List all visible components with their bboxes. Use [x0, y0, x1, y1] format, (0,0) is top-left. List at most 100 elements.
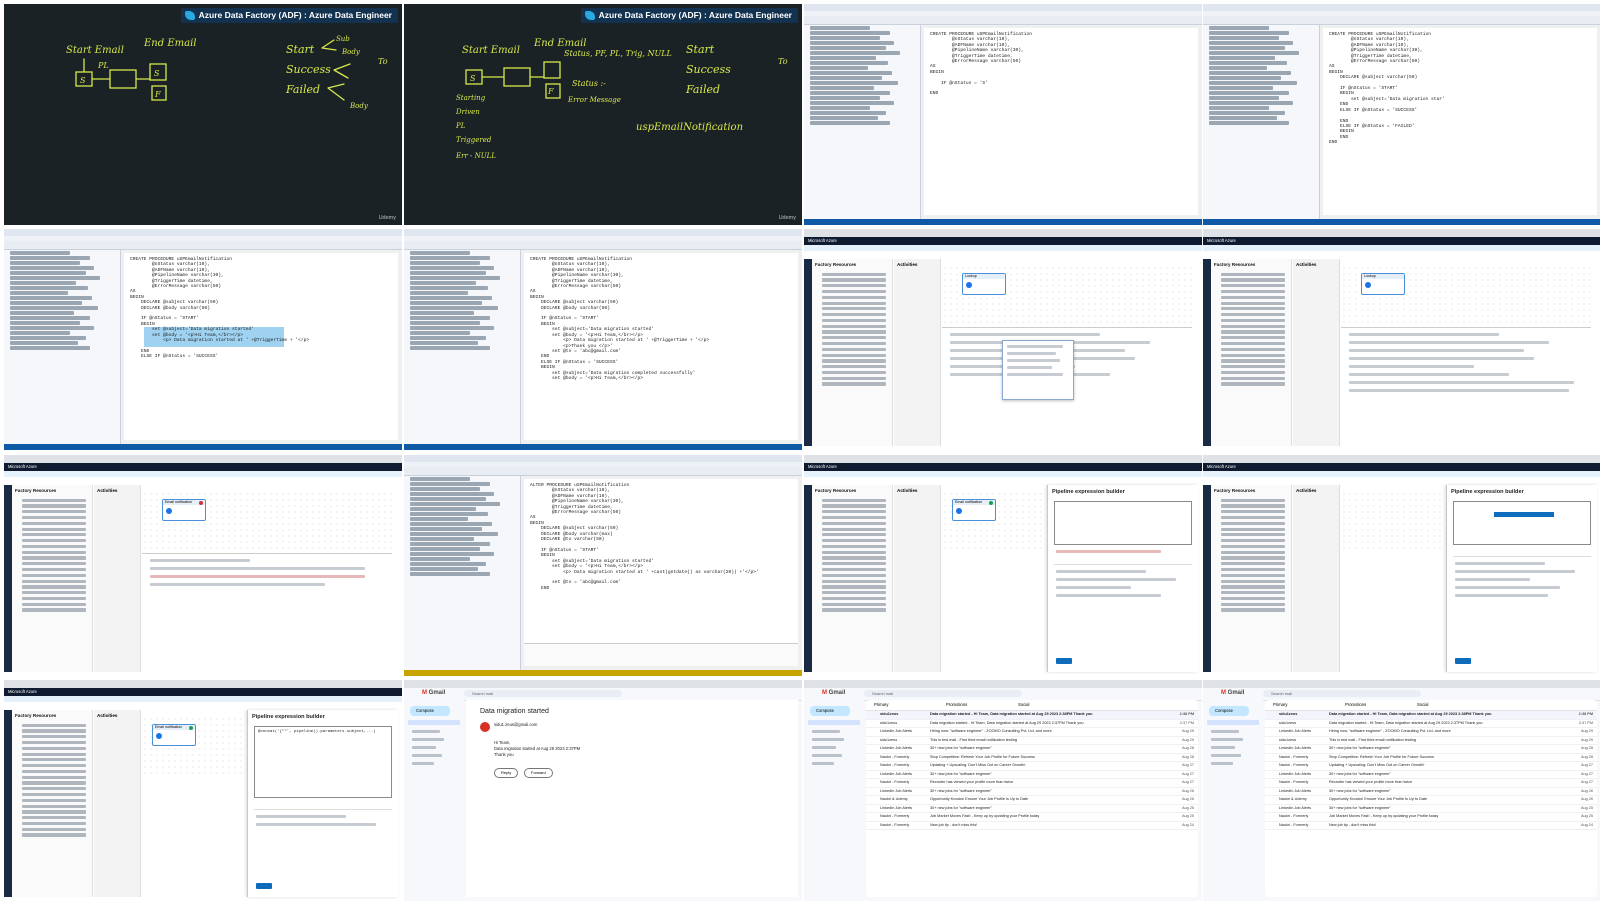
table-row[interactable]: sidu1zeus Data migration started - Hi Tea…	[866, 720, 1198, 728]
expression-input[interactable]: @concat('{""', pipeline().parameters.sub…	[254, 726, 392, 798]
table-row[interactable]: Naukri - Formerly Stop Competitive: Refre…	[866, 754, 1198, 762]
compose-button[interactable]: Compose	[410, 706, 450, 716]
azure-header[interactable]: Microsoft Azure	[4, 463, 402, 471]
inbox-list[interactable]: Primary Promotions Social sidu1zeus Data …	[1265, 700, 1597, 897]
pipeline-canvas[interactable]: Email notification	[142, 716, 244, 776]
output-panel[interactable]	[142, 553, 392, 670]
compose-button[interactable]: Compose	[1209, 706, 1249, 716]
tab-primary[interactable]: Primary	[1273, 702, 1287, 707]
browser-tabs[interactable]	[4, 680, 402, 688]
table-row[interactable]: Naukri - Formerly New job tip - don't mis…	[866, 822, 1198, 830]
toolbar[interactable]	[1203, 16, 1600, 25]
factory-resources-panel[interactable]: Factory Resources	[12, 710, 93, 897]
table-row[interactable]: Naukri - Formerly Stop Competitive: Refre…	[1265, 754, 1597, 762]
factory-resources-panel[interactable]: Factory Resources	[812, 259, 893, 446]
sql-code[interactable]: CREATE PROCEDURE uSPEmailNotification @n…	[1323, 28, 1597, 150]
pipeline-canvas[interactable]: Lookup	[1341, 265, 1591, 325]
factory-resources-panel[interactable]: Factory Resources	[12, 485, 93, 672]
sql-code[interactable]: CREATE PROCEDURE uSPEmailNotification @n…	[924, 28, 1198, 101]
gmail-logo[interactable]: M Gmail	[822, 690, 845, 696]
left-nav-rail[interactable]	[4, 710, 12, 897]
expression-builder-panel[interactable]: Pipeline expression builder @concat('{""…	[247, 710, 398, 897]
properties-panel[interactable]	[1341, 327, 1591, 444]
factory-resources-panel[interactable]: Factory Resources	[812, 485, 893, 672]
toolbar[interactable]	[404, 241, 802, 250]
ok-button[interactable]	[1056, 658, 1072, 664]
table-row[interactable]: LinkedIn Job Alerts 30+ new jobs for "sof…	[866, 745, 1198, 754]
activities-panel[interactable]: Activities	[894, 259, 941, 446]
toolbar[interactable]	[404, 467, 802, 476]
tab-promotions[interactable]: Promotions	[1345, 702, 1366, 707]
window-titlebar[interactable]	[404, 455, 802, 462]
expression-input[interactable]	[1054, 501, 1192, 545]
table-row[interactable]: Naukri - Formerly Job Market Moves Fast! …	[1265, 813, 1597, 822]
tab-social[interactable]: Social	[1417, 702, 1428, 707]
table-row[interactable]: Naukri - Formerly New job tip - don't mis…	[1265, 822, 1597, 830]
pipeline-canvas[interactable]: Email notification	[142, 491, 392, 551]
table-row[interactable]: LinkedIn Job Alerts 30+ new jobs for "sof…	[866, 788, 1198, 796]
tab-social[interactable]: Social	[1018, 702, 1029, 707]
email-activity[interactable]: Email notification	[162, 499, 206, 521]
sql-code[interactable]: CREATE PROCEDURE uSPEmailNotification @n…	[524, 253, 798, 385]
browser-tabs[interactable]	[804, 680, 1202, 688]
azure-header[interactable]: Microsoft Azure	[4, 688, 402, 696]
table-row[interactable]: LinkedIn Job Alerts 30+ new jobs for "sof…	[866, 771, 1198, 779]
expression-builder-panel[interactable]: Pipeline expression builder	[1047, 485, 1198, 672]
ok-button[interactable]	[256, 883, 272, 889]
window-titlebar[interactable]	[1203, 4, 1600, 11]
azure-header[interactable]: Microsoft Azure	[804, 237, 1202, 245]
query-editor[interactable]: CREATE PROCEDURE uSPEmailNotification @n…	[124, 253, 398, 440]
object-explorer[interactable]	[404, 250, 521, 444]
object-explorer[interactable]	[404, 476, 521, 670]
sql-code[interactable]: ALTER PROCEDURE uSPEmailNotification @nS…	[524, 479, 798, 595]
window-titlebar[interactable]	[404, 229, 802, 236]
properties-panel[interactable]	[942, 327, 1192, 444]
sql-code[interactable]: CREATE PROCEDURE uSPEmailNotification @n…	[124, 253, 398, 364]
table-row[interactable]: Naukri - Formerly Job Market Moves Fast! …	[866, 813, 1198, 822]
table-row[interactable]: sidu1zeus This is test mail - First third…	[866, 737, 1198, 745]
query-editor[interactable]: CREATE PROCEDURE uSPEmailNotification @n…	[1323, 28, 1597, 215]
activities-panel[interactable]: Activities	[94, 485, 141, 672]
email-activity[interactable]: Email notification	[152, 724, 196, 746]
stored-procedure-dropdown[interactable]	[1002, 340, 1074, 400]
table-row[interactable]: LinkedIn Job Alerts 30+ new jobs for "sof…	[1265, 745, 1597, 754]
toolbar[interactable]	[4, 241, 402, 250]
factory-resources-panel[interactable]: Factory Resources	[1211, 259, 1292, 446]
search-input[interactable]: Search mail	[1263, 690, 1421, 697]
search-input[interactable]: Search mail	[864, 690, 1022, 697]
inbox-tabs[interactable]: Primary Promotions Social	[866, 700, 1198, 711]
forward-button[interactable]: Forward	[524, 768, 553, 778]
expression-input[interactable]	[1453, 501, 1591, 545]
table-row[interactable]: sidu1zeus Data migration started - Hi Tea…	[1265, 720, 1597, 728]
tab-promotions[interactable]: Promotions	[946, 702, 967, 707]
table-row[interactable]: LinkedIn Job Alerts Hiring now: "software…	[1265, 728, 1597, 737]
tab-primary[interactable]: Primary	[874, 702, 888, 707]
activities-panel[interactable]: Activities	[894, 485, 941, 672]
email-view[interactable]: Data migration started sidu1.zeus@gmail.…	[466, 700, 798, 897]
gmail-logo[interactable]: M Gmail	[1221, 690, 1244, 696]
window-titlebar[interactable]	[4, 229, 402, 236]
azure-header[interactable]: Microsoft Azure	[1203, 237, 1600, 245]
browser-tabs[interactable]	[1203, 455, 1600, 463]
expression-builder-panel[interactable]: Pipeline expression builder	[1446, 485, 1597, 672]
lookup-activity[interactable]: Lookup	[962, 273, 1006, 295]
lookup-activity[interactable]: Lookup	[1361, 273, 1405, 295]
activities-panel[interactable]: Activities	[1293, 259, 1340, 446]
inbox-tabs[interactable]: Primary Promotions Social	[1265, 700, 1597, 711]
table-row[interactable]: LinkedIn Job Alerts 30+ new jobs for "sof…	[866, 805, 1198, 813]
factory-resources-panel[interactable]: Factory Resources	[1211, 485, 1292, 672]
left-nav-rail[interactable]	[1203, 259, 1211, 446]
table-row[interactable]: sidu1zeus Data migration started - Hi Tea…	[1265, 711, 1597, 720]
gmail-sidebar[interactable]: Compose	[1203, 700, 1263, 901]
table-row[interactable]: Naukri - Formerly Updating + Upscaling: D…	[1265, 762, 1597, 771]
activities-panel[interactable]: Activities	[1293, 485, 1340, 672]
pipeline-canvas[interactable]	[1341, 491, 1443, 551]
gmail-sidebar[interactable]: Compose	[804, 700, 864, 901]
table-row[interactable]: LinkedIn Job Alerts Hiring now: "software…	[866, 728, 1198, 737]
browser-tabs[interactable]	[1203, 229, 1600, 237]
pipeline-canvas[interactable]: Lookup	[942, 265, 1192, 325]
browser-tabs[interactable]	[804, 229, 1202, 237]
reply-button[interactable]: Reply	[494, 768, 519, 778]
table-row[interactable]: LinkedIn Job Alerts 30+ new jobs for "sof…	[1265, 788, 1597, 796]
left-nav-rail[interactable]	[1203, 485, 1211, 672]
